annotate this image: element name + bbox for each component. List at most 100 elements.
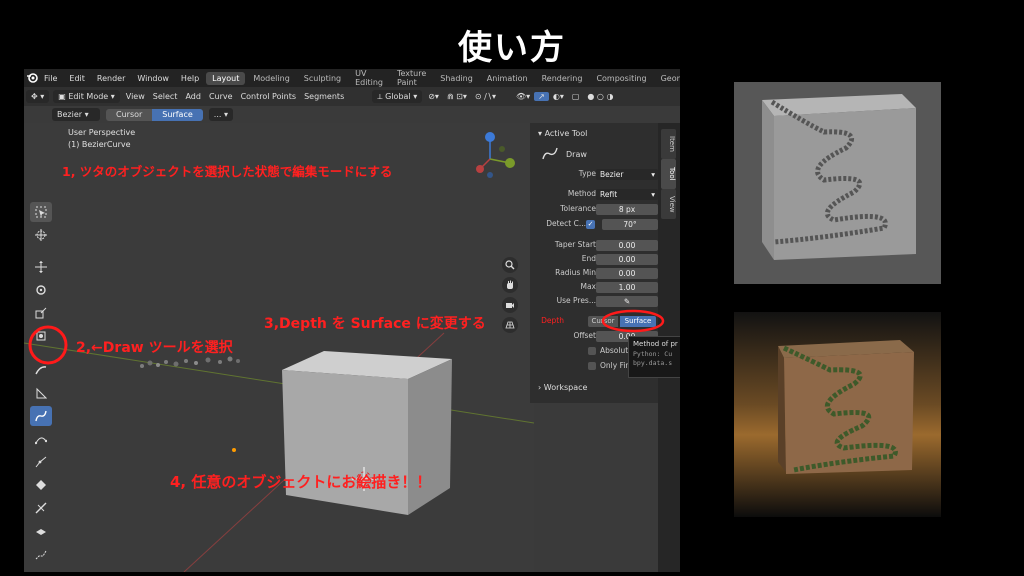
rotate-tool-icon[interactable] — [30, 280, 52, 300]
menu-curve[interactable]: Curve — [205, 92, 237, 101]
curve-type-select[interactable]: Bezier ▾ — [52, 108, 100, 121]
tab-item[interactable]: Item — [661, 129, 676, 159]
absolute-offset-checkbox[interactable] — [588, 347, 596, 355]
measure-tool-icon[interactable] — [30, 383, 52, 403]
detect-corners-label: Detect C... — [546, 219, 586, 228]
visibility-icon[interactable]: 👁▾ — [512, 92, 534, 101]
example-image-render — [734, 312, 941, 517]
type-select[interactable]: Bezier ▾ — [596, 169, 658, 180]
tab-compositing[interactable]: Compositing — [590, 72, 652, 85]
toolbar — [30, 199, 56, 567]
cube-front — [282, 370, 408, 515]
tab-shading[interactable]: Shading — [434, 72, 479, 85]
pen-tool-icon[interactable] — [30, 429, 52, 449]
workspace-heading[interactable]: › Workspace — [538, 383, 587, 392]
slide-title: 使い方 — [458, 28, 566, 68]
overlay-icon[interactable]: ◐▾ — [549, 92, 568, 101]
menu-select[interactable]: Select — [149, 92, 182, 101]
annotation-step3: 3,Depth を Surface に変更する — [264, 316, 486, 332]
tolerance-field[interactable]: 8 px — [596, 204, 658, 215]
tab-tool[interactable]: Tool — [661, 159, 676, 189]
object-label: (1) BezierCurve — [68, 140, 131, 149]
menu-control-points[interactable]: Control Points — [237, 92, 301, 101]
grid-perspective-icon[interactable] — [502, 317, 518, 333]
tab-layout[interactable]: Layout — [206, 71, 246, 85]
pressure-icon: ✎ — [623, 297, 631, 306]
use-pressure-row: Use Pres... ✎ — [538, 296, 658, 308]
tab-sculpting[interactable]: Sculpting — [298, 72, 347, 85]
taper-end-field[interactable]: 0.00 — [596, 254, 658, 265]
menu-window[interactable]: Window — [131, 74, 175, 83]
menubar: File Edit Render Window Help Layout Mode… — [24, 69, 680, 87]
more-label: ... — [213, 110, 222, 119]
menu-edit[interactable]: Edit — [63, 74, 91, 83]
xray-icon[interactable]: ▢ — [568, 92, 584, 101]
depth-surface-option[interactable]: Surface — [620, 316, 656, 327]
taper-start-field[interactable]: 0.00 — [596, 240, 658, 251]
blender-logo-icon[interactable] — [26, 71, 38, 85]
orientation-icon: ⟂ — [377, 92, 386, 101]
tab-view[interactable]: View — [661, 189, 676, 219]
viewport-header: ✥ ▾ ▣ Edit Mode ▾ View Select Add Curve … — [24, 87, 680, 106]
navigation-gizmo-icon[interactable] — [476, 129, 520, 179]
tab-rendering[interactable]: Rendering — [536, 72, 589, 85]
move-tool-icon[interactable] — [30, 257, 52, 277]
draw-tool-icon[interactable] — [30, 406, 52, 426]
radius-tool-icon[interactable] — [30, 475, 52, 495]
tab-uv-editing[interactable]: UV Editing — [349, 69, 389, 89]
tool-name-row: Draw — [542, 147, 587, 161]
scale-tool-icon[interactable] — [30, 303, 52, 323]
depth-cursor-option[interactable]: Cursor — [588, 316, 618, 327]
tolerance-row: Tolerance 8 px — [538, 204, 658, 216]
transform-tool-icon[interactable] — [30, 326, 52, 346]
menu-render[interactable]: Render — [91, 74, 131, 83]
zoom-icon[interactable] — [502, 257, 518, 273]
tool-header: Bezier ▾ Cursor Surface ... ▾ — [24, 106, 680, 123]
orientation-select[interactable]: ⟂ Global ▾ — [372, 90, 423, 103]
editor-type-button[interactable]: ✥ ▾ — [26, 90, 50, 103]
menu-help[interactable]: Help — [175, 74, 205, 83]
offset-label: Offset — [573, 331, 596, 340]
mode-select[interactable]: ▣ Edit Mode ▾ — [53, 90, 120, 103]
active-tool-heading[interactable]: ▾ Active Tool — [538, 129, 587, 138]
radius-min-row: Radius Min 0.00 — [538, 268, 658, 280]
tab-modeling[interactable]: Modeling — [247, 72, 295, 85]
annotation-step2: 2,←Draw ツールを選択 — [76, 340, 233, 356]
annotate-tool-icon[interactable] — [30, 360, 52, 380]
tab-texture-paint[interactable]: Texture Paint — [391, 69, 432, 89]
camera-icon[interactable] — [502, 297, 518, 313]
only-first-checkbox[interactable] — [588, 362, 596, 370]
gizmo-icon[interactable]: ↗ — [534, 92, 549, 101]
pivot-icon[interactable]: ⊘▾ — [424, 92, 443, 101]
detect-corners-angle-field[interactable]: 70° — [602, 219, 658, 230]
tooltip-text: Method of pr — [633, 340, 678, 348]
radius-min-field[interactable]: 0.00 — [596, 268, 658, 279]
radius-max-field[interactable]: 1.00 — [596, 282, 658, 293]
depth-cursor-button[interactable]: Cursor — [106, 108, 153, 121]
extrude-curve-tool-icon[interactable] — [30, 452, 52, 472]
tilt-tool-icon[interactable] — [30, 498, 52, 518]
more-options-button[interactable]: ... ▾ — [208, 108, 233, 121]
type-row: Type Bezier ▾ — [538, 169, 658, 181]
menu-add[interactable]: Add — [181, 92, 205, 101]
method-select[interactable]: Refit ▾ — [596, 189, 658, 200]
select-box-tool-icon[interactable] — [30, 202, 52, 222]
tab-geometry[interactable]: Geometr — [655, 72, 680, 85]
radius-max-row: Max 1.00 — [538, 282, 658, 294]
snap-icon[interactable]: ⋒ ⊡▾ — [443, 92, 471, 101]
curve-tool-icon[interactable] — [30, 544, 52, 564]
menu-segments[interactable]: Segments — [300, 92, 348, 101]
pan-hand-icon[interactable] — [502, 277, 518, 293]
cursor-tool-icon[interactable] — [30, 225, 52, 245]
shading-solid-icon[interactable]: ● ○ ◑ — [583, 92, 617, 101]
curve-type-label: Bezier — [57, 110, 83, 119]
detect-corners-checkbox[interactable]: ✓ — [586, 220, 595, 229]
depth-surface-button[interactable]: Surface — [152, 108, 203, 121]
menu-view[interactable]: View — [122, 92, 149, 101]
menu-file[interactable]: File — [38, 74, 63, 83]
use-pressure-toggle[interactable]: ✎ — [596, 296, 658, 307]
tab-animation[interactable]: Animation — [481, 72, 534, 85]
ivy-object — [140, 356, 240, 368]
randomize-tool-icon[interactable] — [30, 521, 52, 541]
proportional-icon[interactable]: ⊙ ∕∖▾ — [471, 92, 500, 101]
